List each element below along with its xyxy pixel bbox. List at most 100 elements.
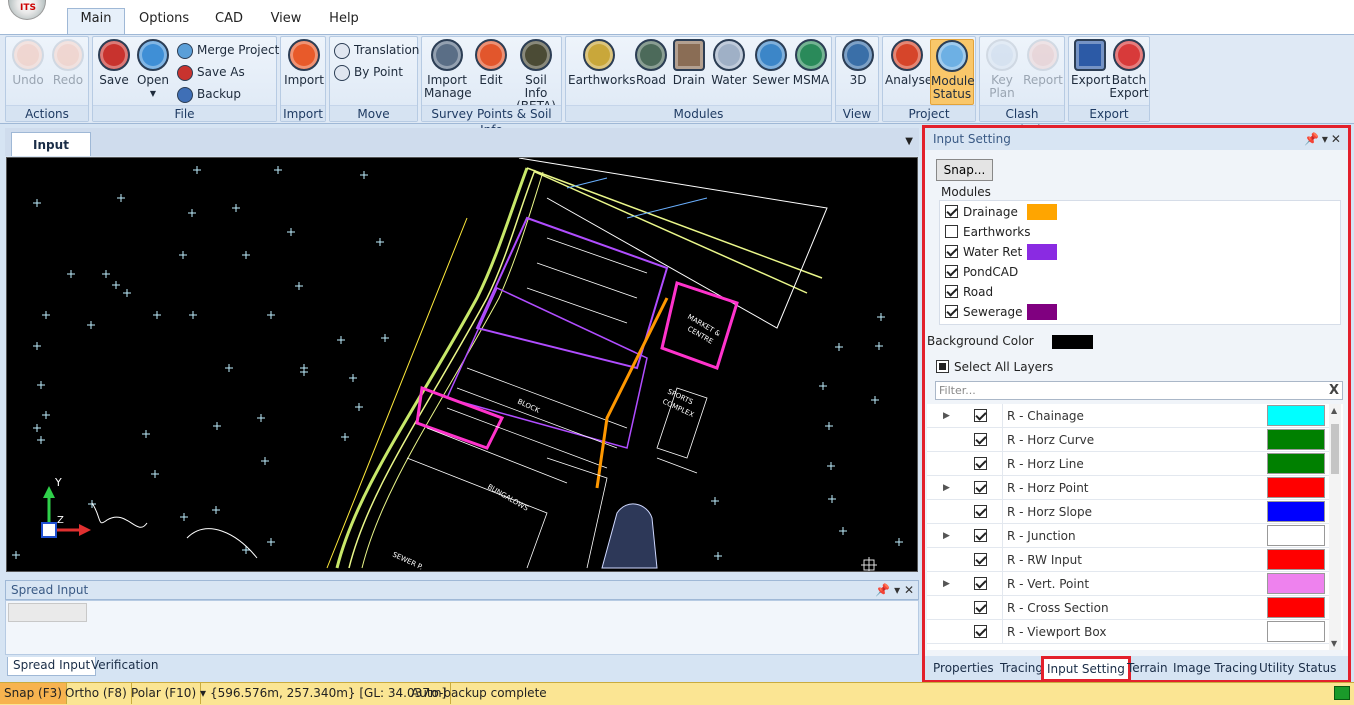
layer-row[interactable]: R - Horz Slope	[927, 500, 1330, 524]
layer-row[interactable]: ▶ R - Junction	[927, 524, 1330, 548]
layer-color-swatch[interactable]	[1267, 549, 1325, 570]
checkbox[interactable]	[945, 205, 958, 218]
tab-utility-status[interactable]: Utility Status	[1259, 659, 1336, 679]
layer-row[interactable]: ▶ R - Vert. Point	[927, 572, 1330, 596]
snap-toggle[interactable]: Snap (F3)	[0, 683, 67, 704]
spread-cell[interactable]	[8, 603, 87, 622]
scroll-down-icon[interactable]: ▼	[1331, 639, 1337, 648]
layer-row[interactable]: ▶ R - Chainage	[927, 404, 1330, 428]
redo-button[interactable]: Redo	[50, 39, 86, 87]
expand-icon[interactable]: ▶	[943, 572, 950, 596]
ortho-toggle[interactable]: Ortho (F8)	[61, 683, 132, 704]
checkbox[interactable]	[974, 481, 987, 494]
translation-button[interactable]: Translation	[334, 41, 419, 61]
tab-image-tracing[interactable]: Image Tracing	[1173, 659, 1257, 679]
checkbox[interactable]	[974, 625, 987, 638]
road-button[interactable]: Road	[634, 39, 668, 87]
expand-icon[interactable]: ▶	[943, 404, 950, 428]
tab-main[interactable]: Main	[67, 8, 125, 35]
backup-button[interactable]: Backup	[177, 85, 241, 105]
module-status-button[interactable]: Module Status	[930, 39, 975, 105]
panel-controls[interactable]: 📌▾✕	[1304, 128, 1344, 150]
scroll-thumb[interactable]	[1331, 424, 1339, 474]
polar-toggle[interactable]: Polar (F10)	[127, 683, 202, 704]
tab-help[interactable]: Help	[322, 9, 366, 34]
layer-row[interactable]: R - Cross Section	[927, 596, 1330, 620]
layer-list-scrollbar[interactable]: ▲ ▼	[1329, 404, 1341, 650]
checkbox[interactable]	[974, 433, 987, 446]
tab-options[interactable]: Options	[133, 9, 195, 34]
import-manage-button[interactable]: Import Manage	[424, 39, 472, 100]
report-button[interactable]: Report	[1022, 39, 1064, 87]
earthworks-button[interactable]: Earthworks	[568, 39, 635, 87]
merge-project-button[interactable]: Merge Project	[177, 41, 279, 61]
msma-button[interactable]: MSMA	[792, 39, 830, 87]
layer-color-swatch[interactable]	[1267, 477, 1325, 498]
layer-color-swatch[interactable]	[1267, 453, 1325, 474]
checkbox[interactable]	[974, 457, 987, 470]
module-sewerage[interactable]: Sewerage	[945, 302, 1022, 322]
checkbox[interactable]	[936, 360, 949, 373]
tab-spread-input[interactable]: Spread Input	[7, 657, 97, 676]
scroll-up-icon[interactable]: ▲	[1331, 406, 1337, 415]
panel-controls[interactable]: 📌 ▾ ✕	[875, 581, 914, 599]
layer-row[interactable]: R - Viewport Box	[927, 620, 1330, 644]
app-logo-button[interactable]: ITS	[8, 0, 46, 20]
by-point-button[interactable]: By Point	[334, 63, 403, 83]
background-color-swatch[interactable]	[1052, 335, 1093, 349]
analyse-button[interactable]: Analyse	[885, 39, 932, 87]
drain-button[interactable]: Drain	[672, 39, 706, 87]
color-swatch[interactable]	[1027, 304, 1057, 320]
checkbox[interactable]	[945, 305, 958, 318]
module-earthworks[interactable]: Earthworks	[945, 222, 1030, 242]
save-as-button[interactable]: Save As	[177, 63, 245, 83]
select-all-layers[interactable]: Select All Layers	[936, 360, 1053, 374]
layer-color-swatch[interactable]	[1267, 501, 1325, 522]
layer-color-swatch[interactable]	[1267, 621, 1325, 642]
batch-export-button[interactable]: Batch Export	[1109, 39, 1149, 100]
layer-color-swatch[interactable]	[1267, 405, 1325, 426]
save-button[interactable]: Save	[97, 39, 131, 87]
checkbox[interactable]	[945, 245, 958, 258]
checkbox[interactable]	[945, 225, 958, 238]
tab-terrain[interactable]: Terrain	[1127, 659, 1168, 679]
filter-input[interactable]: Filter... X	[935, 381, 1343, 400]
import-button[interactable]: Import	[283, 39, 325, 87]
expand-icon[interactable]: ▶	[943, 476, 950, 500]
tab-input[interactable]: Input	[11, 132, 91, 156]
export-button[interactable]: Export	[1071, 39, 1110, 87]
checkbox[interactable]	[974, 409, 987, 422]
checkbox[interactable]	[945, 285, 958, 298]
tab-verification[interactable]: Verification	[86, 657, 163, 676]
drawing[interactable]: MARKET & CENTRE SPORTS COMPLEX BUNGALOWS…	[7, 158, 918, 572]
soil-info-button[interactable]: Soil Info (BETA)	[512, 39, 560, 113]
layer-color-swatch[interactable]	[1267, 429, 1325, 450]
chevron-down-icon[interactable]: ▼	[905, 136, 913, 147]
module-pondcad[interactable]: PondCAD	[945, 262, 1018, 282]
sewer-button[interactable]: Sewer	[752, 39, 790, 87]
clear-icon[interactable]: X	[1329, 382, 1339, 399]
layer-row[interactable]: R - RW Input	[927, 548, 1330, 572]
layer-row[interactable]: ▶ R - Horz Point	[927, 476, 1330, 500]
checkbox[interactable]	[974, 553, 987, 566]
open-button[interactable]: Open ▼	[135, 39, 171, 100]
cad-canvas[interactable]: MARKET & CENTRE SPORTS COMPLEX BUNGALOWS…	[6, 157, 918, 572]
checkbox[interactable]	[974, 577, 987, 590]
expand-icon[interactable]: ▶	[943, 524, 950, 548]
key-plan-button[interactable]: Key Plan	[982, 39, 1022, 100]
layer-row[interactable]: R - Horz Curve	[927, 428, 1330, 452]
tab-view[interactable]: View	[264, 9, 308, 34]
tab-properties[interactable]: Properties	[933, 659, 994, 679]
3d-button[interactable]: 3D	[839, 39, 877, 87]
edit-button[interactable]: Edit	[474, 39, 508, 87]
module-drainage[interactable]: Drainage	[945, 202, 1018, 222]
snap-button[interactable]: Snap...	[936, 159, 993, 181]
color-swatch[interactable]	[1027, 204, 1057, 220]
layer-color-swatch[interactable]	[1267, 597, 1325, 618]
tab-tracing[interactable]: Tracing	[1000, 659, 1043, 679]
undo-button[interactable]: Undo	[10, 39, 46, 87]
tab-cad[interactable]: CAD	[207, 9, 251, 34]
water-button[interactable]: Water	[710, 39, 748, 87]
checkbox[interactable]	[974, 601, 987, 614]
checkbox[interactable]	[974, 529, 987, 542]
